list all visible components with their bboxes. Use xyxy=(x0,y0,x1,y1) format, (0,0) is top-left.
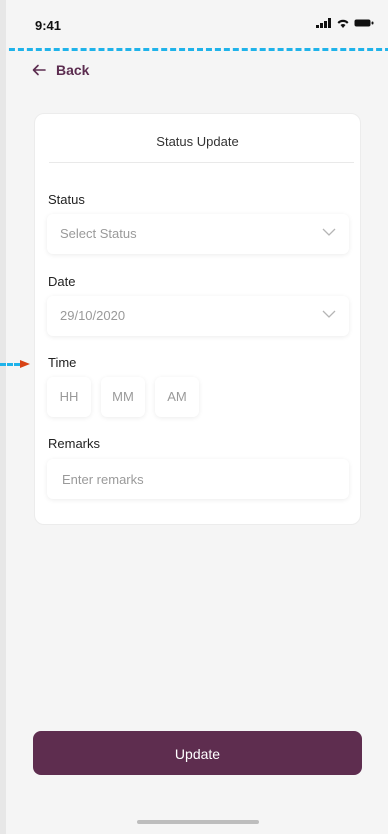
date-label: Date xyxy=(48,274,76,289)
remarks-field[interactable] xyxy=(47,459,349,499)
phone-screen: 9:41 Back Status Update Status Select St… xyxy=(6,0,388,834)
time-label: Time xyxy=(48,355,77,370)
time-field-marker xyxy=(0,359,30,369)
status-placeholder: Select Status xyxy=(60,226,137,241)
back-arrow-icon xyxy=(32,64,46,76)
status-bar: 9:41 xyxy=(6,0,388,50)
chevron-down-icon xyxy=(322,228,336,236)
date-value: 29/10/2020 xyxy=(60,308,126,323)
chevron-down-icon xyxy=(322,310,336,318)
wifi-icon xyxy=(337,19,349,28)
marker-arrow-icon xyxy=(20,360,30,368)
home-indicator xyxy=(137,820,259,824)
status-label: Status xyxy=(48,192,85,207)
status-update-card: Status Update Status Select Status Date … xyxy=(34,113,361,525)
battery-icon xyxy=(354,19,374,27)
status-select[interactable]: Select Status xyxy=(47,214,349,254)
minute-input[interactable]: MM xyxy=(101,377,145,417)
hour-input[interactable]: HH xyxy=(47,377,91,417)
card-divider xyxy=(49,162,354,163)
update-button[interactable]: Update xyxy=(33,731,362,775)
remarks-label: Remarks xyxy=(48,436,101,451)
status-icons xyxy=(316,18,374,28)
period-select[interactable]: AM xyxy=(155,377,199,417)
signal-icon xyxy=(316,18,331,28)
back-label: Back xyxy=(56,62,90,78)
status-time: 9:41 xyxy=(35,18,62,33)
remarks-input[interactable] xyxy=(60,459,344,499)
back-button[interactable]: Back xyxy=(32,62,89,78)
card-title: Status Update xyxy=(156,134,239,149)
date-select[interactable]: 29/10/2020 xyxy=(47,296,349,336)
guide-line xyxy=(6,48,388,51)
marker-dashes xyxy=(0,362,20,366)
